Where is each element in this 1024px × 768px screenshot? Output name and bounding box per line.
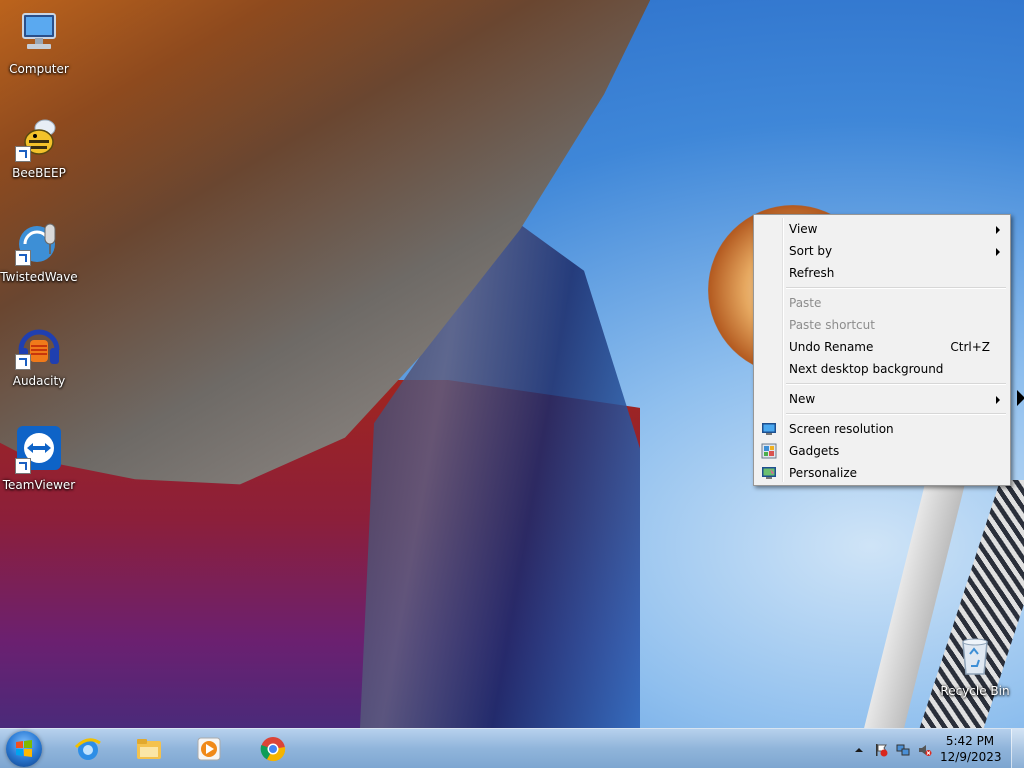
taskbar: 5:42 PM 12/9/2023 — [0, 728, 1024, 768]
windows-logo-icon — [16, 740, 32, 757]
taskbar-app-file-explorer[interactable] — [121, 731, 177, 767]
menu-item-label: Next desktop background — [789, 362, 944, 376]
clock-date: 12/9/2023 — [940, 750, 1002, 764]
shortcut-arrow-icon — [15, 354, 31, 370]
desktop-icon-label: TeamViewer — [2, 478, 76, 492]
menu-separator — [786, 413, 1006, 415]
menu-item-sort-by[interactable]: Sort by — [756, 240, 1008, 262]
menu-item-label: Paste shortcut — [789, 318, 875, 332]
chrome-icon — [259, 735, 287, 763]
menu-item-label: View — [789, 222, 818, 236]
file-explorer-icon — [135, 735, 163, 763]
desktop-icon-label: Audacity — [12, 374, 66, 388]
internet-explorer-icon — [74, 735, 102, 763]
desktop-icon-audacity[interactable]: Audacity — [0, 322, 78, 388]
show-desktop-button[interactable] — [1011, 729, 1024, 768]
microphone-icon — [15, 218, 63, 266]
desktop-icon-recycle-bin[interactable]: Recycle Bin — [936, 632, 1014, 698]
taskbar-app-media-player[interactable] — [181, 731, 237, 767]
headphones-icon — [15, 322, 63, 370]
system-tray: 5:42 PM 12/9/2023 — [834, 729, 1024, 768]
monitor-icon — [761, 421, 777, 437]
shortcut-arrow-icon — [15, 458, 31, 474]
desktop-context-menu: View Sort by Refresh Paste Paste shortcu… — [753, 214, 1011, 486]
menu-item-label: Undo Rename — [789, 340, 874, 354]
taskbar-clock[interactable]: 5:42 PM 12/9/2023 — [940, 733, 1002, 765]
menu-item-refresh[interactable]: Refresh — [756, 262, 1008, 284]
desktop-icon-computer[interactable]: Computer — [0, 10, 78, 76]
clock-time: 5:42 PM — [945, 734, 995, 748]
menu-item-label: Screen resolution — [789, 422, 894, 436]
taskbar-app-chrome[interactable] — [245, 731, 301, 767]
menu-item-label: New — [789, 392, 816, 406]
menu-item-label: Paste — [789, 296, 822, 310]
menu-separator — [786, 383, 1006, 385]
desktop-icon-label: BeeBEEP — [12, 166, 66, 180]
taskbar-app-internet-explorer[interactable] — [60, 731, 116, 767]
desktop[interactable]: Computer BeeBEEP TwistedWave Audacity Te… — [0, 0, 1024, 768]
menu-item-undo-rename[interactable]: Undo Rename Ctrl+Z — [756, 336, 1008, 358]
media-player-icon — [195, 735, 223, 763]
menu-item-view[interactable]: View — [756, 218, 1008, 240]
menu-item-next-desktop-background[interactable]: Next desktop background — [756, 358, 1008, 380]
menu-item-new[interactable]: New — [756, 388, 1008, 410]
desktop-icon-beebeep[interactable]: BeeBEEP — [0, 114, 78, 180]
menu-item-label: Personalize — [789, 466, 858, 480]
menu-item-paste: Paste — [756, 292, 1008, 314]
start-button[interactable] — [6, 731, 42, 767]
teamviewer-icon — [15, 426, 63, 474]
desktop-icon-twistedwave[interactable]: TwistedWave — [0, 218, 78, 284]
submenu-arrow-icon — [996, 248, 1000, 256]
personalize-icon — [761, 465, 777, 481]
submenu-arrow-icon — [996, 226, 1000, 234]
recycle-bin-icon — [951, 632, 999, 680]
bee-icon — [15, 114, 63, 162]
menu-item-gadgets[interactable]: Gadgets — [756, 440, 1008, 462]
menu-item-label: Refresh — [789, 266, 835, 280]
network-icon[interactable] — [896, 742, 910, 756]
volume-muted-icon[interactable] — [918, 742, 932, 756]
mouse-cursor-icon — [1017, 390, 1024, 406]
shortcut-arrow-icon — [15, 146, 31, 162]
submenu-arrow-icon — [996, 396, 1000, 404]
action-center-flag-icon[interactable] — [874, 742, 888, 757]
menu-item-label: Sort by — [789, 244, 833, 258]
desktop-icon-label: Computer — [9, 62, 69, 76]
menu-item-personalize[interactable]: Personalize — [756, 462, 1008, 484]
menu-separator — [786, 287, 1006, 289]
show-hidden-icons-icon[interactable] — [852, 742, 866, 756]
desktop-icon-label: TwistedWave — [0, 270, 78, 284]
menu-item-screen-resolution[interactable]: Screen resolution — [756, 418, 1008, 440]
gadgets-icon — [761, 443, 777, 459]
desktop-icon-teamviewer[interactable]: TeamViewer — [0, 426, 78, 492]
shortcut-arrow-icon — [15, 250, 31, 266]
desktop-icon-label: Recycle Bin — [940, 684, 1010, 698]
menu-item-label: Gadgets — [789, 444, 840, 458]
menu-item-shortcut: Ctrl+Z — [950, 340, 990, 354]
menu-item-paste-shortcut: Paste shortcut — [756, 314, 1008, 336]
computer-icon — [15, 10, 63, 58]
